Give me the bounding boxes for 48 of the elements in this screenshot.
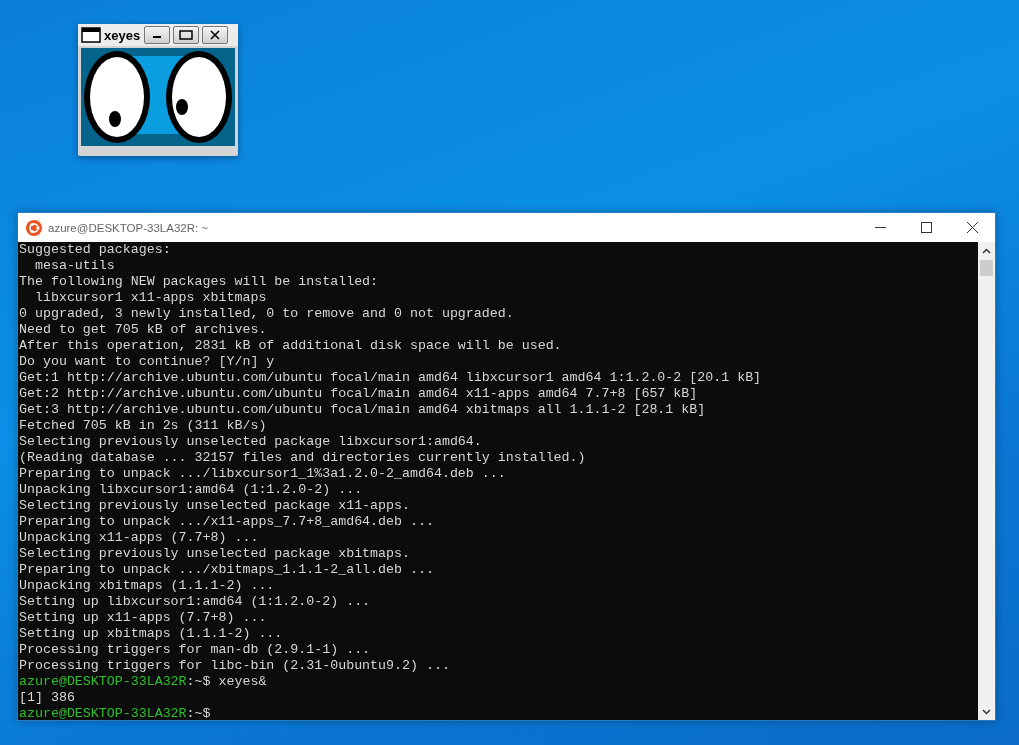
scroll-up-icon[interactable] bbox=[982, 248, 991, 254]
output-line: mesa-utils bbox=[33, 258, 115, 273]
maximize-icon bbox=[920, 222, 932, 233]
command-text: :~$ xeyes& bbox=[186, 674, 267, 689]
output-line: Setting up x11-apps (7.7+8) ... bbox=[19, 610, 267, 625]
output-line: Setting up libxcursor1:amd64 (1:1.2.0-2) ... bbox=[19, 594, 371, 609]
prompt-text: azure@DESKTOP-33LA32R bbox=[19, 706, 187, 720]
output-line: Preparing to unpack .../libxcursor1_1%3a1.2.0-2_amd64.deb ... bbox=[19, 466, 506, 481]
scrollbar-thumb[interactable] bbox=[980, 260, 993, 276]
output-line: Need to get 705 kB of archives. bbox=[19, 322, 267, 337]
window-title: azure@DESKTOP-33LA32R: ~ bbox=[48, 221, 209, 234]
minimize-icon bbox=[874, 227, 886, 228]
prompt-text: azure@DESKTOP-33LA32R bbox=[19, 674, 187, 689]
output-line: Unpacking xbitmaps (1.1.1-2) ... bbox=[19, 578, 275, 593]
window-title: xeyes bbox=[104, 27, 141, 43]
output-line: Preparing to unpack .../xbitmaps_1.1.1-2_all.deb ... bbox=[19, 562, 434, 577]
output-line: Get:2 http://archive.ubuntu.com/ubuntu focal/main amd64 x11-apps amd64 7.7+8 [657 kB] bbox=[19, 386, 698, 401]
output-line: Selecting previously unselected package xbitmaps. bbox=[19, 546, 410, 561]
output-line: Selecting previously unselected package libxcursor1:amd64. bbox=[19, 434, 482, 449]
output-line: 0 upgraded, 3 newly installed, 0 to remove and 0 not upgraded. bbox=[19, 306, 514, 321]
output-line: Do you want to continue? [Y/n] y bbox=[19, 354, 275, 369]
output-line: The following NEW packages will be installed: bbox=[19, 274, 379, 289]
output-line: (Reading database ... 32157 files and directories currently installed.) bbox=[19, 450, 586, 465]
output-line: libxcursor1 x11-apps xbitmaps bbox=[33, 290, 267, 305]
window-icon bbox=[81, 27, 101, 43]
output-line: Preparing to unpack .../x11-apps_7.7+8_amd64.deb ... bbox=[19, 514, 434, 529]
output-line: Get:3 http://archive.ubuntu.com/ubuntu focal/main amd64 xbitmaps all 1.1.1-2 [28.1 kB] bbox=[19, 402, 706, 417]
close-icon bbox=[210, 30, 221, 40]
output-line: Processing triggers for libc-bin (2.31-0ubuntu9.2) ... bbox=[19, 658, 450, 673]
close-button[interactable] bbox=[202, 26, 229, 44]
scroll-down-icon[interactable] bbox=[982, 709, 991, 715]
maximize-button[interactable] bbox=[173, 26, 200, 44]
output-line: Selecting previously unselected package x11-apps. bbox=[19, 498, 410, 513]
output-line: Suggested packages: bbox=[19, 242, 171, 257]
output-line: Get:1 http://archive.ubuntu.com/ubuntu focal/main amd64 libxcursor1 amd64 1:1.2.0-2 [20.1 kB] bbox=[19, 370, 762, 385]
output-line: [1] 386 bbox=[19, 690, 75, 705]
scrollbar[interactable] bbox=[978, 242, 995, 720]
output-line: Processing triggers for man-db (2.9.1-1) ... bbox=[19, 642, 371, 657]
command-text: :~$ bbox=[186, 706, 211, 720]
output-line: Unpacking x11-apps (7.7+8) ... bbox=[19, 530, 259, 545]
output-line: Fetched 705 kB in 2s (311 kB/s) bbox=[19, 418, 267, 433]
close-icon bbox=[966, 222, 978, 233]
output-line: Unpacking libxcursor1:amd64 (1:1.2.0-2) ... bbox=[19, 482, 363, 497]
output-line: After this operation, 2831 kB of additional disk space will be used. bbox=[19, 338, 562, 353]
maximize-icon bbox=[179, 30, 194, 40]
minimize-button[interactable] bbox=[144, 26, 171, 44]
output-line: Setting up xbitmaps (1.1.1-2) ... bbox=[19, 626, 283, 641]
app-icon bbox=[26, 219, 42, 236]
